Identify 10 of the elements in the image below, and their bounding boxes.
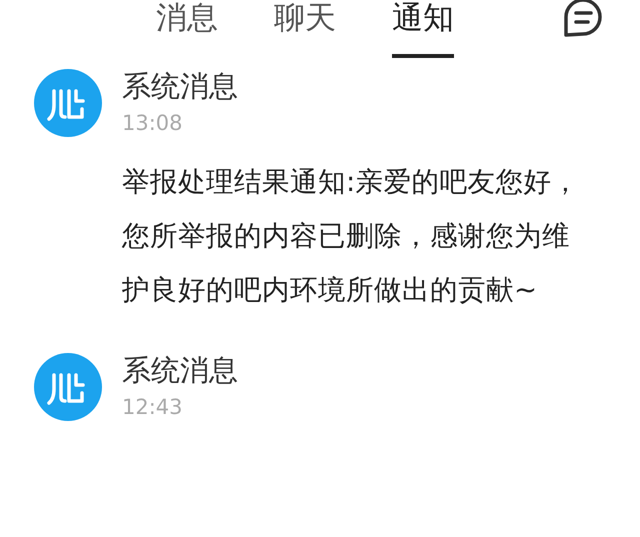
message-time: 13:08	[122, 110, 184, 137]
sender-name: 系统消息	[122, 68, 239, 105]
tab[interactable]: 消息	[156, 0, 218, 58]
tab[interactable]: 通知	[392, 0, 454, 58]
avatar-logo-icon	[34, 69, 102, 137]
tab[interactable]: 聊天	[274, 0, 336, 58]
sender-name: 系统消息	[122, 352, 239, 389]
message-text: 举报处理结果通知:亲爱的吧友您好，您所举报的内容已删除，感谢您为维护良好的吧内环境所做出的贡献~	[122, 165, 580, 308]
message-time: 12:43	[122, 394, 184, 421]
avatar-logo-icon	[34, 353, 102, 421]
